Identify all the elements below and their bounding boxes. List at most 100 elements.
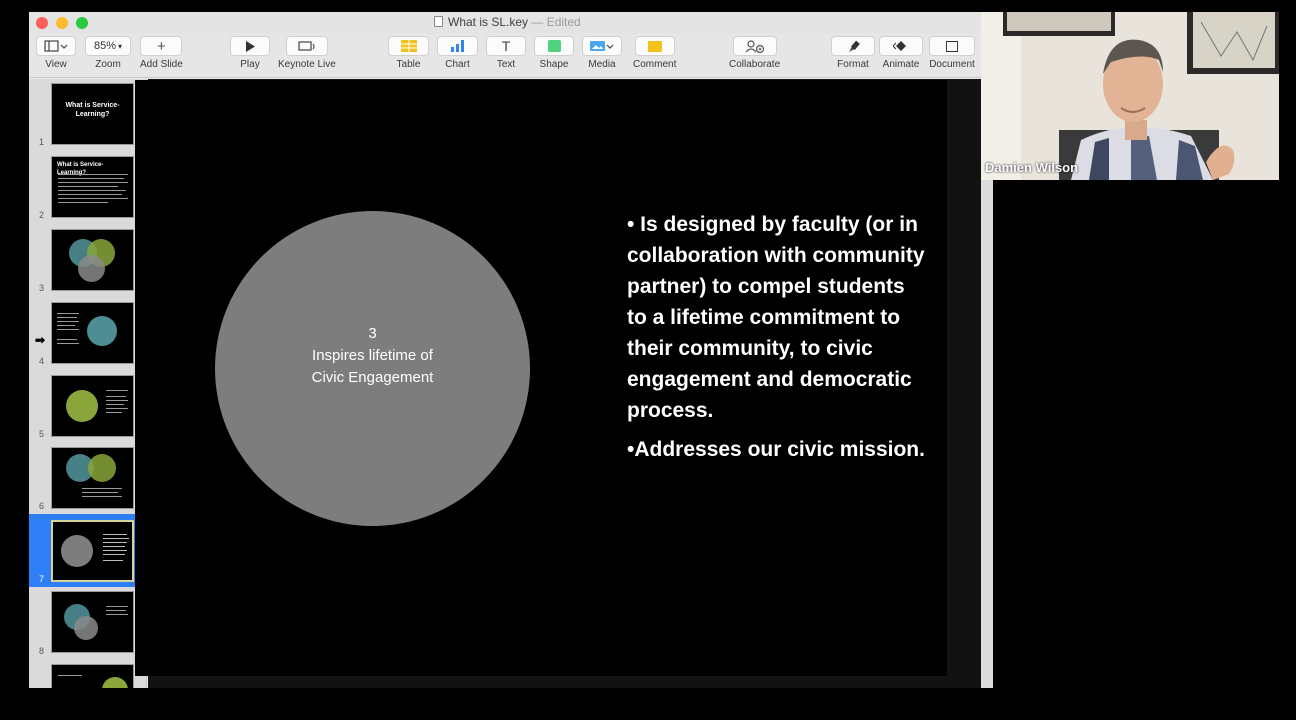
- slide-thumbnail-8[interactable]: [51, 591, 134, 653]
- slide-thumbnail-1[interactable]: What is Service-Learning?: [51, 83, 134, 145]
- paintbrush-icon: [849, 40, 860, 52]
- slide-number: 7: [39, 574, 45, 584]
- gray-circle[interactable]: 3 Inspires lifetime of Civic Engagement: [215, 211, 530, 526]
- thumbnail-text-line: [103, 550, 127, 551]
- thumbnail-text-line: [58, 174, 128, 175]
- comment-button[interactable]: Comment: [633, 36, 676, 70]
- document-pane-icon: [946, 40, 958, 52]
- thumbnail-text-line: [106, 404, 124, 405]
- media-button[interactable]: Media: [582, 36, 622, 70]
- format-button[interactable]: Format: [831, 36, 875, 70]
- thumbnail-text-line: [58, 178, 124, 179]
- slide-bullet-text[interactable]: • Is designed by faculty (or in collabor…: [627, 209, 927, 465]
- thumbnail-text-line: [57, 313, 79, 314]
- thumbnail-text-line: [58, 182, 128, 183]
- thumbnail-circle: [74, 616, 98, 640]
- maximize-button[interactable]: [76, 17, 88, 29]
- thumbnail-text-line: [58, 202, 108, 203]
- close-button[interactable]: [36, 17, 48, 29]
- thumbnail-text-line: [57, 329, 79, 330]
- slide-number: 8: [39, 646, 45, 656]
- slide-navigator[interactable]: What is Service-Learning? 1 What is Serv…: [29, 79, 147, 688]
- thumbnail-text-line: [58, 194, 122, 195]
- thumbnail-text-line: [58, 186, 118, 187]
- keynote-live-icon: [298, 40, 315, 51]
- slide-thumbnail-5[interactable]: [51, 375, 134, 437]
- keynote-live-button[interactable]: Keynote Live: [278, 36, 336, 70]
- animate-button[interactable]: Animate: [879, 36, 923, 70]
- toolbar: View 85% ▾ Zoom + Add Slide Play Keynote …: [29, 34, 992, 78]
- media-icon: [590, 41, 614, 51]
- slide-thumbnail-2[interactable]: What is Service-Learning?: [51, 156, 134, 218]
- participant-name: Damien Wilson: [985, 160, 1079, 175]
- thumbnail-text-line: [106, 610, 126, 611]
- thumbnail-title: What is Service-Learning?: [65, 102, 120, 118]
- slide-thumbnail-4[interactable]: [51, 302, 134, 364]
- zoom-label: Zoom: [95, 59, 121, 70]
- thumbnail-text-line: [57, 317, 77, 318]
- chart-label: Chart: [445, 59, 470, 70]
- thumbnail-text-line: [58, 190, 126, 191]
- play-label: Play: [240, 59, 260, 70]
- play-button[interactable]: Play: [230, 36, 270, 70]
- slide-thumbnail-6[interactable]: [51, 447, 134, 509]
- chart-button[interactable]: Chart: [437, 36, 478, 70]
- chart-icon: [450, 40, 464, 52]
- circle-text-line-2: Civic Engagement: [311, 368, 434, 386]
- media-label: Media: [588, 59, 616, 70]
- thumbnail-text-line: [57, 321, 79, 322]
- thumbnail-text-line: [106, 614, 128, 615]
- thumbnail-text-line: [103, 546, 125, 547]
- thumbnail-text-line: [103, 554, 125, 555]
- thumbnail-circle: [78, 255, 105, 282]
- comment-label: Comment: [633, 59, 677, 70]
- participant-video[interactable]: Damien Wilson: [981, 12, 1279, 180]
- slide-thumbnail-7[interactable]: [51, 520, 134, 582]
- edited-status: Edited: [546, 15, 581, 29]
- thumbnail-text-line: [57, 343, 79, 344]
- title-bar: What is SL.key — Edited: [29, 12, 992, 34]
- add-slide-label: Add Slide: [140, 59, 183, 70]
- text-button[interactable]: T Text: [486, 36, 526, 70]
- thumbnail-text-line: [103, 560, 123, 561]
- thumbnail-text-line: [103, 538, 129, 539]
- thumbnail-text-line: [82, 492, 118, 493]
- slide-thumbnail-3[interactable]: [51, 229, 134, 291]
- thumbnail-text-line: [58, 675, 82, 676]
- slide-number: 5: [39, 429, 45, 439]
- play-icon: [246, 40, 255, 52]
- slide-number: 6: [39, 501, 45, 511]
- thumbnail-text-line: [82, 496, 122, 497]
- view-button[interactable]: View: [36, 36, 76, 70]
- thumbnail-text-line: [106, 400, 128, 401]
- thumbnail-circle: [102, 677, 128, 688]
- sidebar-view-icon: [44, 40, 68, 52]
- view-label: View: [45, 59, 67, 70]
- slide-number: 2: [39, 210, 45, 220]
- add-slide-button[interactable]: + Add Slide: [140, 36, 183, 70]
- zoom-menu[interactable]: 85% ▾ Zoom: [85, 36, 131, 70]
- slide-number: 3: [39, 283, 45, 293]
- thumbnail-circle: [88, 454, 116, 482]
- shape-icon: [547, 40, 561, 52]
- chevron-down-icon: ▾: [118, 41, 123, 51]
- thumbnail-text-line: [103, 534, 127, 535]
- thumbnail-text-line: [106, 396, 126, 397]
- table-button[interactable]: Table: [388, 36, 429, 70]
- thumbnail-text-line: [106, 390, 128, 391]
- zoom-value: 85%: [93, 40, 116, 52]
- shape-button[interactable]: Shape: [534, 36, 574, 70]
- circle-number: 3: [368, 324, 377, 342]
- document-button[interactable]: Document: [929, 36, 975, 70]
- participant-video-frame: [981, 12, 1279, 180]
- table-label: Table: [396, 59, 421, 70]
- thumbnail-text-line: [82, 488, 122, 489]
- slide-thumbnail-9[interactable]: [51, 664, 134, 688]
- document-icon: [434, 16, 443, 27]
- minimize-button[interactable]: [56, 17, 68, 29]
- collaborate-button[interactable]: Collaborate: [729, 36, 780, 70]
- current-slide[interactable]: 3 Inspires lifetime of Civic Engagement …: [135, 80, 947, 676]
- thumbnail-text-line: [106, 412, 122, 413]
- shape-label: Shape: [539, 59, 569, 70]
- slide-number: 1: [39, 137, 45, 147]
